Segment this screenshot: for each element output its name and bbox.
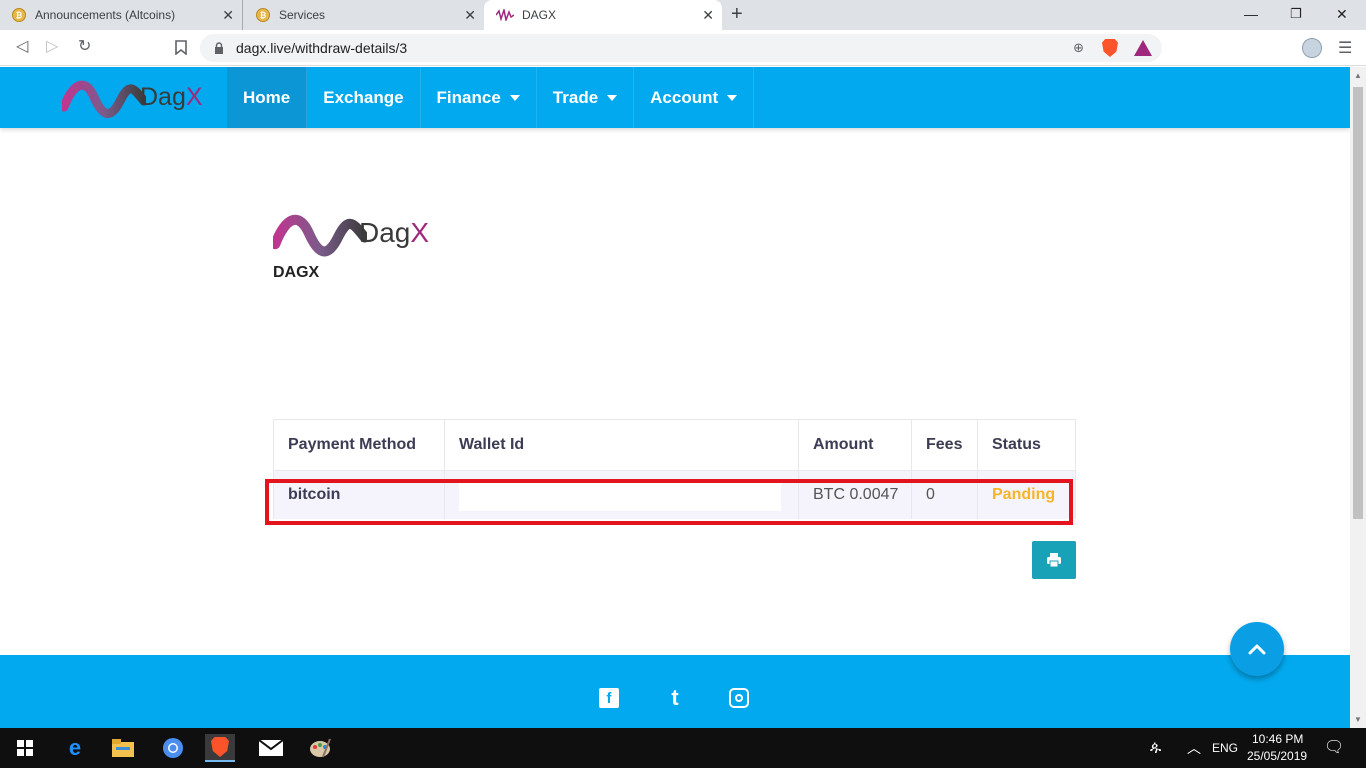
table-header-row: Payment Method Wallet Id Amount Fees Sta… — [273, 419, 1076, 471]
dagx-wave-logo-icon — [273, 214, 367, 257]
brand-logo: DagX — [273, 203, 443, 263]
tab-title: Services — [279, 8, 326, 22]
bookmark-icon[interactable] — [175, 40, 187, 55]
reload-icon[interactable]: ↻ — [78, 38, 91, 56]
url-text: dagx.live/withdraw-details/3 — [236, 40, 408, 56]
nav-exchange[interactable]: Exchange — [307, 67, 421, 128]
site-footer: f t — [0, 655, 1350, 728]
browser-tab-announcements[interactable]: ₿ Announcements (Altcoins) ✕ — [0, 0, 243, 30]
language-indicator[interactable]: ENG — [1212, 741, 1238, 755]
clock-time[interactable]: 10:46 PM — [1252, 732, 1303, 746]
column-header: Wallet Id — [444, 419, 799, 471]
brave-browser-icon[interactable] — [205, 734, 235, 762]
main-nav: Home Exchange Finance Trade Account — [227, 67, 755, 128]
browser-menu-icon[interactable]: ☰ — [1338, 38, 1352, 58]
column-header: Payment Method — [273, 419, 445, 471]
lock-icon — [215, 42, 223, 54]
caret-down-icon — [509, 94, 520, 101]
print-icon — [1047, 553, 1061, 568]
tab-title: DAGX — [522, 8, 557, 22]
close-tab-icon[interactable]: ✕ — [464, 8, 476, 22]
highlight-annotation-box — [265, 479, 1073, 525]
dagx-wave-logo-icon — [62, 80, 146, 118]
bitcoin-favicon-icon: ₿ — [12, 8, 26, 22]
mail-icon[interactable] — [256, 734, 286, 762]
zoom-icon[interactable]: ⊕ — [1073, 40, 1084, 56]
scroll-up-icon[interactable]: ▲ — [1354, 71, 1362, 80]
brave-shields-icon[interactable] — [1102, 39, 1118, 57]
print-button[interactable] — [1032, 541, 1076, 579]
paint-icon[interactable] — [305, 734, 335, 762]
clock-date[interactable]: 25/05/2019 — [1247, 749, 1307, 763]
new-tab-icon[interactable]: + — [731, 4, 743, 24]
nav-trade[interactable]: Trade — [537, 67, 635, 128]
back-icon[interactable]: ◁ — [16, 38, 28, 56]
chevron-up-icon — [1248, 644, 1266, 655]
bitcoin-favicon-icon: ₿ — [256, 8, 270, 22]
maximize-icon[interactable]: ❐ — [1290, 6, 1302, 22]
browser-tab-services[interactable]: ₿ Services ✕ — [244, 0, 484, 30]
windows-start-icon[interactable] — [10, 734, 40, 762]
profile-avatar[interactable] — [1302, 38, 1322, 58]
nav-account[interactable]: Account — [634, 67, 755, 128]
site-logo[interactable]: DagX — [62, 71, 212, 123]
people-icon[interactable]: ዹ — [1150, 738, 1161, 755]
caret-down-icon — [607, 94, 618, 101]
tab-title: Announcements (Altcoins) — [35, 8, 176, 22]
windows-taskbar: e ዹ ︿ ENG 10:46 PM 25/05/2019 🗨 — [0, 728, 1366, 768]
edge-browser-icon[interactable]: e — [60, 734, 90, 762]
close-tab-icon[interactable]: ✕ — [702, 8, 714, 22]
column-header: Amount — [798, 419, 912, 471]
page-viewport: DagX Home Exchange Finance Trade Account… — [0, 67, 1350, 728]
chrome-icon[interactable] — [158, 734, 188, 762]
tumblr-icon[interactable]: t — [665, 685, 685, 710]
browser-tab-strip: ₿ Announcements (Altcoins) ✕ ₿ Services … — [0, 0, 1366, 30]
notifications-icon[interactable]: 🗨 — [1324, 737, 1344, 757]
logo-text: DagX — [359, 217, 430, 248]
brand-name: DAGX — [273, 264, 320, 281]
scrollbar-thumb[interactable] — [1353, 87, 1363, 519]
brave-rewards-icon[interactable] — [1134, 40, 1152, 56]
column-header: Fees — [911, 419, 978, 471]
browser-toolbar: ◁ ▷ ↻ dagx.live/withdraw-details/3 ⊕ ☰ — [0, 30, 1366, 66]
window-close-icon[interactable]: ✕ — [1336, 6, 1348, 23]
scroll-down-icon[interactable]: ▼ — [1354, 715, 1362, 724]
file-explorer-icon[interactable] — [108, 734, 138, 762]
logo-text: DagX — [140, 82, 203, 111]
page-scrollbar[interactable]: ▲ ▼ — [1350, 67, 1366, 728]
facebook-icon[interactable]: f — [599, 688, 619, 708]
caret-down-icon — [727, 94, 738, 101]
forward-icon[interactable]: ▷ — [46, 38, 58, 56]
scroll-to-top-button[interactable] — [1230, 622, 1284, 676]
instagram-icon[interactable] — [729, 688, 749, 708]
address-bar[interactable]: dagx.live/withdraw-details/3 ⊕ — [200, 34, 1162, 62]
chevron-up-tray-icon[interactable]: ︿ — [1187, 738, 1201, 758]
nav-home[interactable]: Home — [227, 67, 308, 128]
minimize-icon[interactable]: — — [1244, 6, 1258, 22]
browser-tab-dagx[interactable]: DAGX ✕ — [484, 0, 722, 30]
close-tab-icon[interactable]: ✕ — [222, 8, 234, 22]
dagx-favicon-icon — [496, 9, 514, 21]
site-navbar: DagX Home Exchange Finance Trade Account — [0, 67, 1350, 128]
column-header: Status — [977, 419, 1076, 471]
nav-finance[interactable]: Finance — [421, 67, 537, 128]
